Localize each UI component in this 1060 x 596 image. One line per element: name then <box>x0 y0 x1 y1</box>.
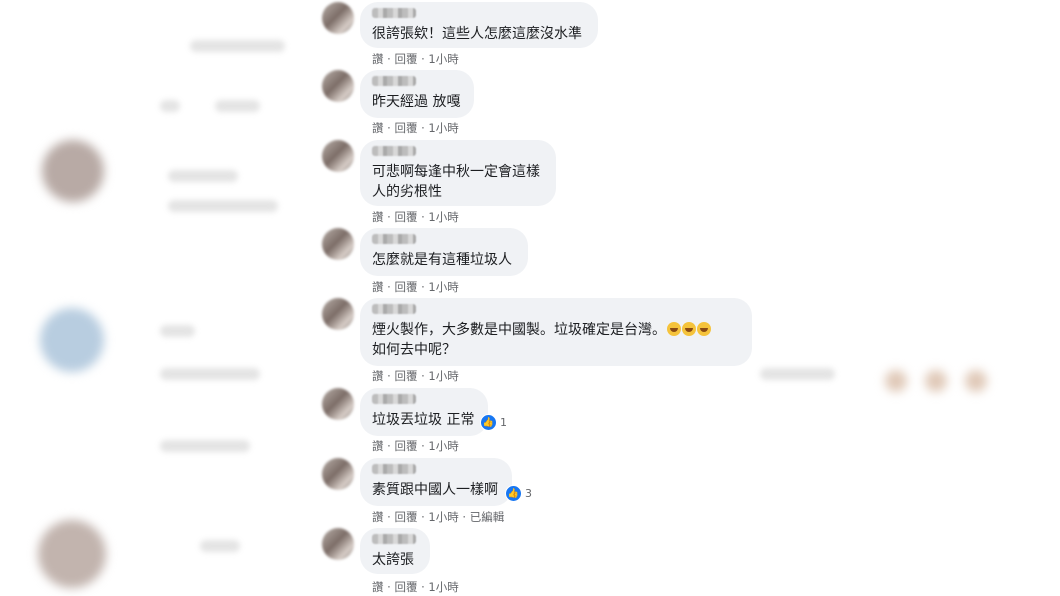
avatar[interactable] <box>322 140 354 172</box>
avatar[interactable] <box>322 228 354 260</box>
reaction-count[interactable]: 👍 3 <box>505 485 532 502</box>
comment-text: 很誇張欸！這些人怎麼這麼沒水準 <box>372 26 582 42</box>
like-icon: 👍 <box>505 485 522 502</box>
blurred-text <box>160 440 250 452</box>
comment-text: 可悲啊每逢中秋一定會這樣 人的劣根性 <box>372 164 540 200</box>
commenter-name-blurred[interactable] <box>372 76 416 86</box>
like-icon: 👍 <box>480 414 497 431</box>
comment-bubble: 可悲啊每逢中秋一定會這樣 人的劣根性 <box>360 140 556 206</box>
comment-text: 垃圾丟垃圾 正常 <box>372 412 475 428</box>
blurred-emoji <box>965 370 987 392</box>
rolling-on-floor-laughing-icon <box>682 322 696 336</box>
blurred-avatar <box>42 140 104 202</box>
blurred-avatar <box>38 520 106 588</box>
commenter-name-blurred[interactable] <box>372 234 416 244</box>
reaction-number: 1 <box>500 416 507 429</box>
commenter-name-blurred[interactable] <box>372 8 416 18</box>
blurred-text <box>760 368 835 380</box>
avatar[interactable] <box>322 2 354 34</box>
blurred-text <box>160 368 260 380</box>
avatar[interactable] <box>322 528 354 560</box>
comment-text: 怎麼就是有這種垃圾人 <box>372 252 512 268</box>
comment-actions[interactable]: 讚 · 回覆 · 1小時 <box>372 579 459 595</box>
commenter-name-blurred[interactable] <box>372 534 416 544</box>
blurred-text <box>168 170 238 182</box>
avatar[interactable] <box>322 298 354 330</box>
comment-bubble: 昨天經過 放嘎 <box>360 70 474 118</box>
blurred-text <box>160 100 180 112</box>
comment-bubble: 垃圾丟垃圾 正常 <box>360 388 488 436</box>
avatar[interactable] <box>322 70 354 102</box>
comment-text: 煙火製作，大多數是中國製。垃圾確定是台灣。 <box>372 320 740 340</box>
reaction-number: 3 <box>525 487 532 500</box>
blurred-text <box>215 100 260 112</box>
comment-text: 昨天經過 放嘎 <box>372 94 461 110</box>
comment-bubble: 煙火製作，大多數是中國製。垃圾確定是台灣。 如何去中呢？ <box>360 298 752 366</box>
comment-actions[interactable]: 讚 · 回覆 · 1小時 <box>372 438 459 454</box>
comment-actions[interactable]: 讚 · 回覆 · 1小時 · 已編輯 <box>372 509 504 525</box>
comment-bubble: 怎麼就是有這種垃圾人 <box>360 228 528 276</box>
comment-text: 太誇張 <box>372 552 414 568</box>
commenter-name-blurred[interactable] <box>372 304 416 314</box>
comment-bubble: 素質跟中國人一樣啊 <box>360 458 512 506</box>
blurred-emoji <box>925 370 947 392</box>
reaction-count[interactable]: 👍 1 <box>480 414 507 431</box>
blurred-text <box>190 40 285 52</box>
comments-panel: 很誇張欸！這些人怎麼這麼沒水準 讚 · 回覆 · 1小時 昨天經過 放嘎 讚 ·… <box>308 0 752 596</box>
rolling-on-floor-laughing-icon <box>697 322 711 336</box>
comment-text-line: 煙火製作，大多數是中國製。垃圾確定是台灣。 <box>372 322 666 338</box>
blurred-avatar <box>40 308 104 372</box>
commenter-name-blurred[interactable] <box>372 464 416 474</box>
comment-bubble: 太誇張 <box>360 528 430 574</box>
comment-actions[interactable]: 讚 · 回覆 · 1小時 <box>372 279 459 295</box>
comment-actions[interactable]: 讚 · 回覆 · 1小時 <box>372 51 459 67</box>
blurred-text <box>168 200 278 212</box>
commenter-name-blurred[interactable] <box>372 394 416 404</box>
comment-actions[interactable]: 讚 · 回覆 · 1小時 <box>372 368 459 384</box>
blurred-text <box>200 540 240 552</box>
rolling-on-floor-laughing-icon <box>667 322 681 336</box>
comment-text-line: 如何去中呢？ <box>372 342 456 358</box>
blurred-text <box>160 325 195 337</box>
avatar[interactable] <box>322 458 354 490</box>
comment-bubble: 很誇張欸！這些人怎麼這麼沒水準 <box>360 2 598 48</box>
comment-text: 素質跟中國人一樣啊 <box>372 482 498 498</box>
commenter-name-blurred[interactable] <box>372 146 416 156</box>
comment-actions[interactable]: 讚 · 回覆 · 1小時 <box>372 120 459 136</box>
blurred-emoji <box>885 370 907 392</box>
avatar[interactable] <box>322 388 354 420</box>
comment-actions[interactable]: 讚 · 回覆 · 1小時 <box>372 209 459 225</box>
